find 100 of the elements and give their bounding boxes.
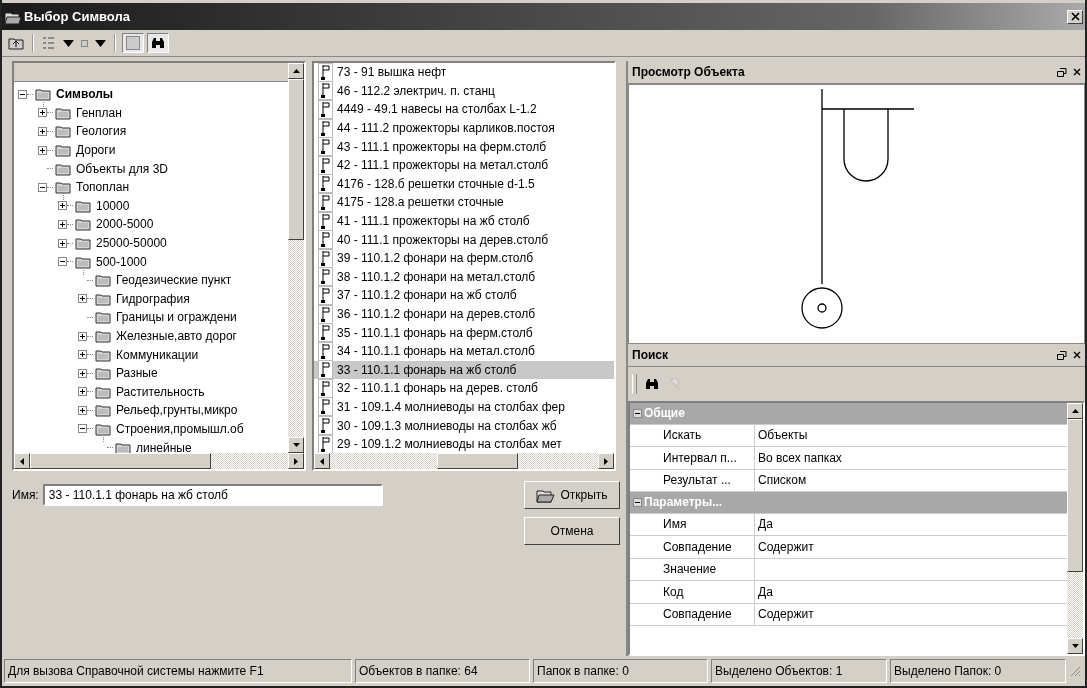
symbol-list-item[interactable]: 73 - 91 вышка нефт — [314, 63, 614, 82]
collapse-toggle[interactable] — [58, 257, 67, 267]
resize-grip-icon[interactable] — [1069, 665, 1081, 677]
scroll-right-button[interactable] — [288, 453, 304, 469]
symbol-list-item[interactable]: 34 - 110.1.1 фонарь на метал.столб — [314, 341, 614, 361]
scroll-left-button[interactable] — [314, 453, 330, 469]
tree-item[interactable]: Растительность — [116, 384, 205, 399]
folder-icon — [75, 254, 91, 269]
property-value[interactable]: Содержит — [755, 536, 1067, 558]
tree-item[interactable]: 10000 — [96, 198, 130, 213]
tree-item[interactable]: 25000-50000 — [96, 236, 167, 251]
collapse-toggle[interactable] — [78, 424, 87, 434]
binoculars-toggle-button[interactable] — [147, 33, 169, 53]
symbol-list-item[interactable]: 42 - 111.1 прожекторы на метал.столб — [314, 155, 614, 175]
scrollbar-thumb[interactable] — [30, 453, 211, 469]
tree-item[interactable]: Геодезические пункт — [116, 273, 232, 288]
expand-toggle[interactable] — [58, 201, 67, 211]
scrollbar-thumb[interactable] — [437, 453, 518, 469]
collapse-toggle[interactable] — [38, 182, 47, 192]
map-symbol-icon — [318, 397, 333, 417]
symbol-list-item[interactable]: 41 - 111.1 прожекторы на жб столб — [314, 211, 614, 231]
property-value[interactable]: Да — [755, 581, 1067, 603]
scrollbar-thumb[interactable] — [288, 79, 304, 241]
symbol-list-item[interactable]: 36 - 110.1.2 фонари на дерев.столб — [314, 304, 614, 324]
expand-toggle[interactable] — [78, 350, 87, 360]
tree-item[interactable]: Разные — [116, 366, 158, 381]
symbol-list-item[interactable]: 31 - 109.1.4 молниеводы на столбах фер — [314, 397, 614, 417]
expand-toggle[interactable] — [78, 368, 87, 378]
expand-toggle[interactable] — [58, 238, 67, 248]
symbol-list-item[interactable]: 40 - 111.1 прожекторы на дерев.столб — [314, 230, 614, 249]
tree-item[interactable]: Геология — [76, 124, 127, 139]
tree-item[interactable]: Генплан — [76, 105, 122, 120]
map-symbol-icon — [318, 81, 333, 101]
symbol-list-item[interactable]: 32 - 110.1.1 фонарь на дерев. столб — [314, 379, 614, 398]
property-value[interactable]: Объекты — [755, 424, 1067, 446]
symbol-list-item[interactable]: 39 - 110.1.2 фонари на ферм.столб — [314, 248, 614, 268]
scroll-left-button[interactable] — [14, 453, 30, 469]
property-value[interactable]: Списком — [755, 469, 1067, 491]
tree-item[interactable]: Границы и ограждени — [116, 310, 237, 325]
scrollbar-thumb[interactable] — [1067, 419, 1083, 573]
tree-item[interactable]: Железные,авто дорог — [116, 329, 237, 343]
symbol-list-item[interactable]: 30 - 109.1.3 молниеводы на столбах жб — [314, 416, 614, 435]
status-text: Выделено Объектов: 1 — [711, 659, 887, 683]
scroll-down-button[interactable] — [288, 437, 304, 453]
expand-toggle[interactable] — [38, 127, 47, 136]
name-field[interactable]: 33 - 110.1.1 фонарь на жб столб — [42, 484, 383, 506]
tree-item[interactable]: Объекты для 3D — [76, 161, 168, 176]
folder-icon — [55, 180, 71, 195]
scroll-right-button[interactable] — [598, 453, 614, 469]
close-icon[interactable] — [1073, 351, 1081, 359]
collapse-toggle[interactable] — [18, 89, 27, 99]
tree-item[interactable]: Символы — [56, 87, 114, 102]
tree-item[interactable]: 500-1000 — [96, 254, 147, 269]
restore-icon[interactable] — [1057, 67, 1067, 77]
pattern-toggle-button[interactable] — [122, 33, 144, 53]
restore-icon[interactable] — [1057, 350, 1067, 360]
symbol-list-item[interactable]: 44 - 111.2 прожекторы карликов.постоя — [314, 118, 614, 138]
tree-item[interactable]: Дороги — [76, 143, 116, 158]
expand-toggle[interactable] — [38, 108, 47, 118]
map-symbol-icon — [318, 230, 333, 250]
symbol-list-item[interactable]: 46 - 112.2 электрич. п. станц — [314, 81, 614, 101]
symbol-list-item[interactable]: 35 - 110.1.1 фонарь на ферм.столб — [314, 323, 614, 342]
expand-toggle[interactable] — [38, 145, 47, 155]
symbol-list-item[interactable]: 33 - 110.1.1 фонарь на жб столб — [314, 360, 614, 380]
tree-item[interactable]: Гидрография — [116, 291, 190, 306]
expand-toggle[interactable] — [78, 294, 87, 304]
property-name: Результат ... — [630, 469, 755, 491]
symbol-list-item[interactable]: 4176 - 128.б решетки сточные d-1.5 — [314, 174, 614, 194]
property-name: Искать — [630, 424, 755, 446]
collapse-toggle[interactable] — [633, 408, 642, 418]
scroll-down-button[interactable] — [1067, 638, 1083, 654]
tree-item[interactable]: Рельеф,грунты,микро — [116, 403, 238, 418]
expand-toggle[interactable] — [78, 405, 87, 415]
symbol-list-item[interactable]: 37 - 110.1.2 фонари на жб столб — [314, 286, 614, 305]
scroll-up-button[interactable] — [288, 63, 304, 79]
symbol-list-item[interactable]: 4449 - 49.1 навесы на столбах L-1.2 — [314, 100, 614, 119]
tree-item[interactable]: Строения,промышл.об — [116, 422, 244, 436]
close-icon[interactable] — [1073, 68, 1081, 76]
property-value[interactable]: Содержит — [755, 603, 1067, 625]
symbol-list-item[interactable]: 38 - 110.1.2 фонари на метал.столб — [314, 267, 614, 287]
window-title: Выбор Символа — [24, 9, 131, 24]
close-button[interactable] — [1067, 9, 1083, 24]
symbol-list-item[interactable]: 43 - 111.1 прожекторы на ферм.столб — [314, 137, 614, 156]
cancel-button[interactable]: Отмена — [524, 517, 620, 545]
expand-toggle[interactable] — [58, 219, 67, 229]
expand-toggle[interactable] — [78, 331, 87, 341]
tree-item[interactable]: Топоплан — [76, 180, 130, 195]
symbol-list-item[interactable]: 29 - 109.1.2 молниеводы на столбах мет — [314, 434, 614, 453]
folder-icon — [75, 236, 91, 251]
scroll-up-button[interactable] — [1067, 403, 1083, 419]
tree-item[interactable]: 2000-5000 — [96, 217, 154, 232]
tree-item[interactable]: линейные — [136, 440, 192, 453]
symbol-list-item[interactable]: 4175 - 128.а решетки сточные — [314, 193, 614, 212]
tree-item[interactable]: Коммуникации — [116, 347, 199, 362]
property-value[interactable]: Во всех папках — [755, 447, 1067, 469]
property-value[interactable]: Да — [755, 513, 1067, 535]
folder-icon — [95, 291, 111, 306]
expand-toggle[interactable] — [78, 387, 87, 397]
collapse-toggle[interactable] — [633, 497, 642, 507]
open-button[interactable]: Открыть — [524, 481, 620, 509]
